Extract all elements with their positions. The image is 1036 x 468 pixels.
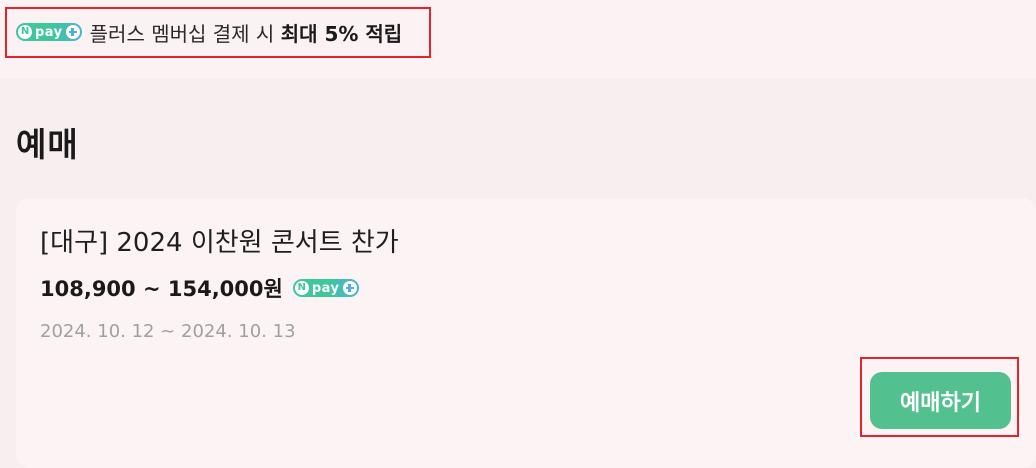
- price-row: 108,900 ~ 154,000원 N pay: [40, 273, 359, 303]
- book-button[interactable]: 예매하기: [870, 372, 1011, 429]
- section-title: 예매: [16, 125, 79, 164]
- npay-pay-label: pay: [311, 280, 340, 296]
- npay-plus-badge: N pay: [16, 23, 82, 41]
- promo-content[interactable]: N pay 플러스 멤버십 결제 시 최대 5% 적립: [16, 18, 402, 46]
- promo-text: 플러스 멤버십 결제 시 최대 5% 적립: [90, 18, 403, 47]
- npay-n-icon: N: [294, 281, 309, 295]
- promo-text-regular: 플러스 멤버십 결제 시: [89, 21, 275, 46]
- event-title[interactable]: [대구] 2024 이찬원 콘서트 찬가: [40, 228, 399, 259]
- event-dates: 2024. 10. 12 ~ 2024. 10. 13: [40, 321, 296, 342]
- npay-pay-label: pay: [35, 24, 63, 40]
- promo-text-bold: 최대 5% 적립: [280, 21, 403, 46]
- event-card: [대구] 2024 이찬원 콘서트 찬가 108,900 ~ 154,000원 …: [16, 198, 1036, 468]
- promo-bar: N pay 플러스 멤버십 결제 시 최대 5% 적립: [0, 0, 1036, 78]
- npay-n-icon: N: [18, 25, 32, 39]
- price-range: 108,900 ~ 154,000원: [40, 277, 283, 301]
- npay-plus-badge: N pay: [292, 279, 359, 297]
- plus-icon: [65, 25, 80, 39]
- plus-icon: [342, 281, 357, 295]
